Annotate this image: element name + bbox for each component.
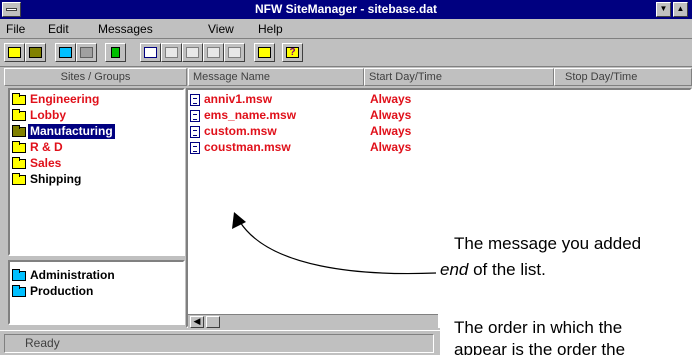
menu-file[interactable]: File: [6, 22, 25, 36]
message-name: ems_name.msw: [204, 108, 297, 122]
groups-list[interactable]: Engineering Lobby Manufacturing R & D Sa…: [8, 88, 185, 256]
group-label: Engineering: [30, 92, 100, 106]
table-button[interactable]: [203, 43, 224, 62]
horizontal-scrollbar[interactable]: ◀: [188, 314, 438, 328]
group-label: Manufacturing: [28, 124, 115, 139]
menu-bar: File Edit Messages View Help: [0, 19, 692, 39]
open-button[interactable]: [4, 43, 25, 62]
connect-button[interactable]: [55, 43, 76, 62]
save-button[interactable]: [25, 43, 46, 62]
header-start-time[interactable]: Start Day/Time: [364, 68, 554, 86]
callout-line-1: The message you added: [454, 234, 642, 253]
callout-line-2: end of the list.: [440, 260, 546, 280]
new-message-icon: [144, 47, 157, 58]
folder-icon: [12, 173, 26, 185]
new-message-button[interactable]: [140, 43, 161, 62]
schedule-button[interactable]: [254, 43, 275, 62]
message-name: coustman.msw: [204, 140, 291, 154]
scroll-left-button[interactable]: ◀: [190, 316, 204, 328]
trash-icon: [111, 47, 120, 58]
menu-help[interactable]: Help: [258, 22, 283, 36]
message-name: custom.msw: [204, 124, 277, 138]
toolbar: ?: [0, 40, 692, 67]
group-label: Lobby: [30, 108, 66, 122]
folder-icon: [12, 285, 26, 297]
table-icon: [207, 47, 220, 58]
callout-annotation: The message you added end of the list. T…: [440, 200, 692, 355]
callout-line-2-rest: of the list.: [468, 260, 546, 279]
edit-icon: [165, 47, 178, 58]
document-icon: [190, 142, 200, 154]
group-label: R & D: [30, 140, 63, 154]
menu-view[interactable]: View: [208, 22, 234, 36]
help-button[interactable]: ?: [282, 43, 303, 62]
distribution-list[interactable]: Administration Production: [8, 260, 185, 325]
minimize-button[interactable]: ▼: [656, 2, 671, 17]
callout-line-3: The order in which the: [454, 318, 623, 337]
folder-icon: [12, 109, 26, 121]
dist-label: Production: [30, 284, 94, 298]
group-label: Sales: [30, 156, 62, 170]
link-icon: [59, 47, 72, 58]
message-start: Always: [370, 140, 412, 154]
open-folder-icon: [8, 47, 21, 58]
message-start: Always: [370, 124, 412, 138]
menu-edit[interactable]: Edit: [48, 22, 69, 36]
message-name: anniv1.msw: [204, 92, 273, 106]
copy-icon: [186, 47, 199, 58]
window-title: NFW SiteManager - sitebase.dat: [254, 2, 438, 16]
folder-icon: [12, 157, 26, 169]
document-icon: [190, 94, 200, 106]
callout-emphasis: end: [440, 260, 469, 279]
delete-button[interactable]: [105, 43, 126, 62]
pen-button[interactable]: [224, 43, 245, 62]
folder-icon: [12, 141, 26, 153]
app-window: NFW SiteManager - sitebase.dat ▼ ▲ File …: [0, 0, 692, 355]
header-sites-groups[interactable]: Sites / Groups: [4, 68, 187, 86]
help-icon: ?: [286, 47, 299, 58]
edit-message-button[interactable]: [161, 43, 182, 62]
save-icon: [29, 47, 42, 58]
message-start: Always: [370, 108, 412, 122]
copy-message-button[interactable]: [182, 43, 203, 62]
column-headers: Sites / Groups Message Name Start Day/Ti…: [0, 68, 692, 86]
status-text: Ready: [4, 334, 434, 353]
dist-label: Administration: [30, 268, 115, 282]
open-folder-icon: [12, 125, 26, 137]
menu-messages[interactable]: Messages: [98, 22, 153, 36]
scroll-thumb[interactable]: [206, 316, 220, 328]
maximize-button[interactable]: ▲: [673, 2, 688, 17]
pen-icon: [228, 47, 241, 58]
group-label: Shipping: [30, 172, 82, 186]
disconnect-icon: [80, 47, 93, 58]
callout-line-4: appear is the order the: [454, 340, 626, 355]
title-bar: NFW SiteManager - sitebase.dat ▼ ▲: [0, 0, 692, 19]
folder-icon: [12, 93, 26, 105]
header-message-name[interactable]: Message Name: [188, 68, 364, 86]
disconnect-button[interactable]: [76, 43, 97, 62]
folder-icon: [12, 269, 26, 281]
schedule-icon: [258, 47, 271, 58]
message-start: Always: [370, 92, 412, 106]
document-icon: [190, 126, 200, 138]
document-icon: [190, 110, 200, 122]
header-stop-time[interactable]: Stop Day/Time: [554, 68, 692, 86]
